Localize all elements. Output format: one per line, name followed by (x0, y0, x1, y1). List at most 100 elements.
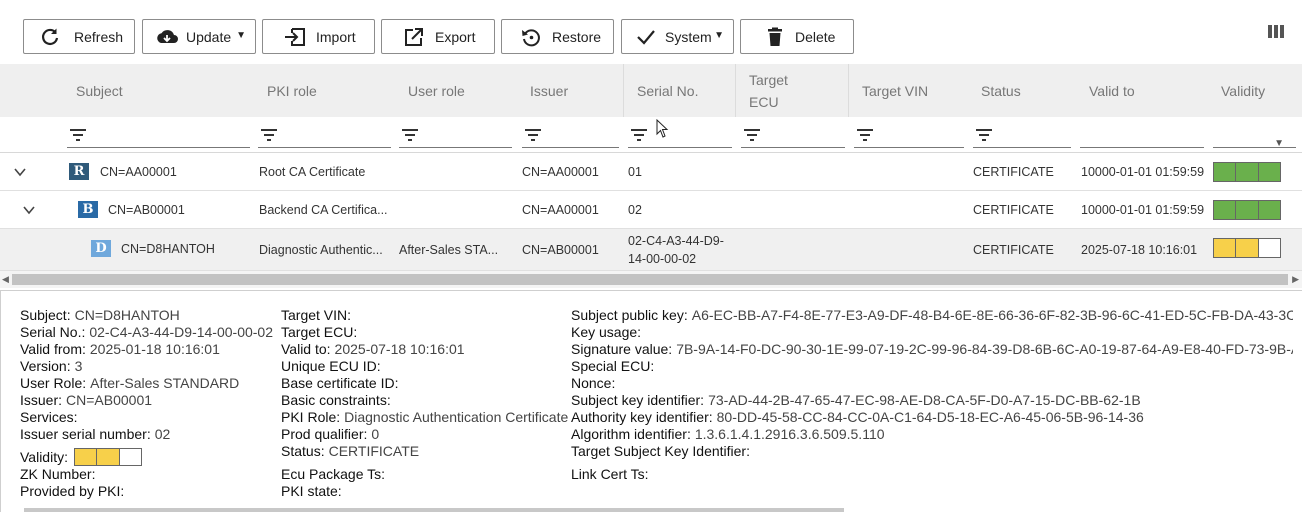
filter-icon (525, 129, 541, 141)
detail-key: Algorithm identifier: (571, 426, 691, 442)
filter-validity[interactable]: ▼ (1213, 126, 1296, 149)
scroll-left-icon[interactable]: ◀ (2, 274, 9, 285)
columns-icon[interactable] (1268, 25, 1286, 40)
filter-icon (857, 129, 873, 141)
cell-issuer: CN=AA00001 (522, 165, 599, 179)
delete-button[interactable]: Delete (740, 19, 854, 54)
detail-line: Issuer: CN=AB00001 (20, 392, 273, 409)
import-icon (285, 28, 305, 46)
detail-value: 2025-07-18 10:16:01 (334, 341, 465, 357)
column-header-status[interactable]: Status (981, 64, 1021, 117)
detail-key: Validity: (20, 449, 68, 465)
system-label: System (665, 29, 712, 45)
column-header-pki-role[interactable]: PKI role (267, 64, 317, 117)
table-row[interactable]: B CN=AB00001 Backend CA Certifica... CN=… (0, 191, 1302, 229)
refresh-label: Refresh (74, 29, 124, 45)
system-button[interactable]: System ▼ (621, 19, 734, 54)
detail-line: Prod qualifier: 0 (281, 426, 568, 443)
filter-target-vin[interactable] (854, 126, 964, 148)
validity-bar (1213, 162, 1281, 182)
column-header-valid-to[interactable]: Valid to (1089, 64, 1135, 117)
detail-line: Status: CERTIFICATE (281, 443, 568, 460)
detail-line: Ecu Package Ts: (281, 466, 568, 483)
cell-issuer: CN=AB00001 (522, 243, 599, 257)
filter-subject[interactable] (67, 126, 250, 148)
cell-pki-role: Root CA Certificate (259, 165, 366, 179)
delete-label: Delete (795, 29, 836, 45)
restore-button[interactable]: Restore (501, 19, 614, 54)
filter-pki-role[interactable] (258, 126, 391, 148)
detail-validity-bar (73, 448, 142, 466)
column-header-issuer[interactable]: Issuer (530, 64, 568, 117)
detail-line: Special ECU: (571, 358, 1293, 375)
column-header-target-ecu[interactable]: Target ECU (749, 64, 801, 117)
detail-key: PKI Role: (281, 409, 341, 425)
chevron-down-icon[interactable] (13, 165, 27, 179)
trash-icon (768, 27, 782, 46)
cell-pki-role: Diagnostic Authentic... (259, 243, 383, 257)
table-row[interactable]: R CN=AA00001 Root CA Certificate CN=AA00… (0, 153, 1302, 191)
detail-line: Valid to: 2025-07-18 10:16:01 (281, 341, 568, 358)
cell-valid-to: 10000-01-01 01:59:59 (1081, 165, 1205, 179)
detail-line: Link Cert Ts: (571, 466, 1293, 483)
column-header-validity[interactable]: Validity (1221, 64, 1265, 117)
column-header-target-vin[interactable]: Target VIN (862, 64, 928, 117)
column-header-serial-no[interactable]: Serial No. (637, 64, 698, 117)
detail-line: Subject public key: A6-EC-BB-A7-F4-8E-77-… (571, 307, 1293, 324)
detail-line: Validity: (20, 443, 273, 466)
detail-line: User Role: After-Sales STANDARD (20, 375, 273, 392)
detail-value: 0 (371, 426, 380, 442)
table-row-selected[interactable]: D CN=D8HANTOH Diagnostic Authentic... Af… (0, 229, 1302, 271)
detail-line: Target ECU: (281, 324, 568, 341)
detail-key: Target ECU: (281, 324, 358, 340)
chevron-down-icon[interactable] (22, 203, 36, 217)
detail-key: Ecu Package Ts: (281, 466, 386, 482)
export-icon (405, 28, 423, 46)
detail-key: Prod qualifier: (281, 426, 368, 442)
detail-key: Signature value: (571, 341, 673, 357)
cell-subject: CN=D8HANTOH (121, 242, 215, 256)
details-column-1: Subject: CN=D8HANTOH Serial No.: 02-C4-A3-4… (20, 307, 273, 500)
detail-line: Key usage: (571, 324, 1293, 341)
details-column-2: Target VIN: Target ECU: Valid to: 2025-07-1… (281, 307, 568, 500)
detail-key: Issuer serial number: (20, 426, 151, 442)
horizontal-scrollbar[interactable]: ◀ ▶ (0, 271, 1302, 288)
detail-value: 7B-9A-14-F0-DC-90-30-1E-99-07-19-2C-99-9… (676, 341, 1293, 357)
filter-icon (976, 129, 992, 141)
scroll-right-icon[interactable]: ▶ (1292, 274, 1299, 285)
filter-valid-to[interactable] (1080, 126, 1204, 148)
chevron-down-icon: ▼ (714, 30, 724, 41)
detail-key: Target VIN: (281, 307, 352, 323)
details-scrollbar[interactable] (24, 508, 844, 512)
detail-value: A6-EC-BB-A7-F4-8E-77-E3-A9-DF-48-B4-6E-8… (691, 307, 1293, 323)
detail-value: 1.3.6.1.4.1.2916.3.6.509.5.110 (694, 426, 885, 442)
detail-value: 02 (154, 426, 171, 442)
detail-key: Version: (20, 358, 71, 374)
filter-user-role[interactable] (399, 126, 512, 148)
import-button[interactable]: Import (262, 19, 375, 54)
import-label: Import (316, 29, 356, 45)
scrollbar-thumb[interactable] (12, 274, 1288, 285)
update-button[interactable]: Update ▼ (142, 19, 256, 54)
filter-serial-no[interactable] (628, 126, 732, 148)
root-ca-icon: R (69, 163, 89, 180)
update-label: Update (186, 29, 232, 45)
detail-line: Subject key identifier: 73-AD-44-2B-47-65… (571, 392, 1293, 409)
filter-target-ecu[interactable] (741, 126, 845, 148)
detail-line: Version: 3 (20, 358, 273, 375)
chevron-down-icon: ▼ (1274, 138, 1284, 149)
restore-icon (522, 29, 540, 47)
detail-value: 02-C4-A3-44-D9-14-00-00-02 (89, 324, 274, 340)
column-header-subject[interactable]: Subject (76, 64, 123, 117)
detail-key: Subject public key: (571, 307, 688, 323)
column-header-user-role[interactable]: User role (408, 64, 465, 117)
detail-key: Unique ECU ID: (281, 358, 381, 374)
filter-status[interactable] (973, 126, 1071, 148)
detail-line: Issuer serial number: 02 (20, 426, 273, 443)
detail-key: User Role: (20, 375, 87, 391)
filter-icon (402, 129, 418, 141)
refresh-button[interactable]: Refresh (23, 19, 135, 54)
detail-line: Authority key identifier: 80-DD-45-58-CC-… (571, 409, 1293, 426)
export-button[interactable]: Export (381, 19, 495, 54)
filter-issuer[interactable] (522, 126, 619, 148)
